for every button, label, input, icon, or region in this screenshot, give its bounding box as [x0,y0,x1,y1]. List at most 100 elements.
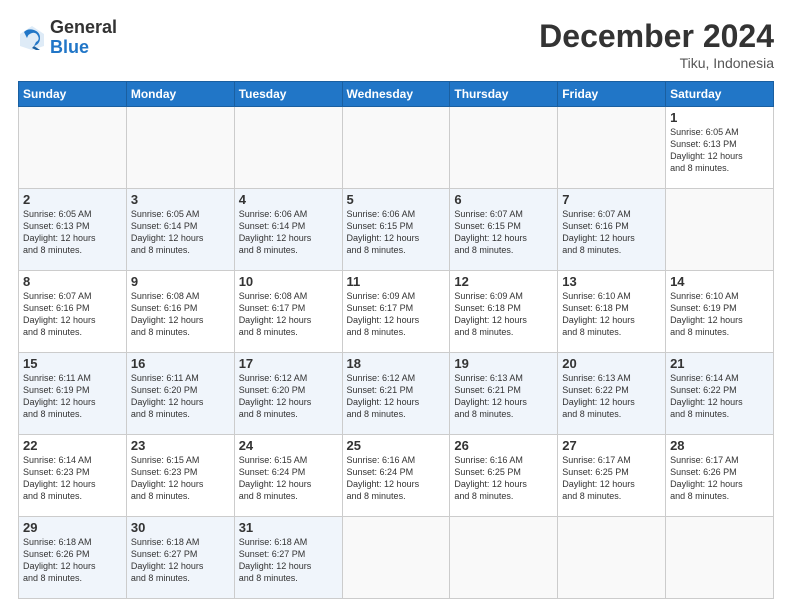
day-number: 7 [562,192,661,207]
day-info: Sunrise: 6:17 AMSunset: 6:26 PMDaylight:… [670,454,769,503]
day-info: Sunrise: 6:07 AMSunset: 6:15 PMDaylight:… [454,208,553,257]
day-number: 14 [670,274,769,289]
calendar-cell: 20Sunrise: 6:13 AMSunset: 6:22 PMDayligh… [558,353,666,435]
day-info: Sunrise: 6:06 AMSunset: 6:15 PMDaylight:… [347,208,446,257]
month-title: December 2024 [539,18,774,55]
day-info: Sunrise: 6:08 AMSunset: 6:17 PMDaylight:… [239,290,338,339]
day-info: Sunrise: 6:12 AMSunset: 6:21 PMDaylight:… [347,372,446,421]
day-number: 11 [347,274,446,289]
calendar-cell [342,107,450,189]
day-number: 22 [23,438,122,453]
day-number: 16 [131,356,230,371]
calendar-cell: 21Sunrise: 6:14 AMSunset: 6:22 PMDayligh… [666,353,774,435]
day-number: 8 [23,274,122,289]
logo-text: General Blue [50,18,117,58]
calendar-cell [342,517,450,599]
header: General Blue December 2024 Tiku, Indones… [18,18,774,71]
calendar-cell: 4Sunrise: 6:06 AMSunset: 6:14 PMDaylight… [234,189,342,271]
header-row: SundayMondayTuesdayWednesdayThursdayFrid… [19,82,774,107]
day-header-sunday: Sunday [19,82,127,107]
calendar-cell: 25Sunrise: 6:16 AMSunset: 6:24 PMDayligh… [342,435,450,517]
day-number: 17 [239,356,338,371]
day-number: 18 [347,356,446,371]
day-number: 30 [131,520,230,535]
day-info: Sunrise: 6:15 AMSunset: 6:23 PMDaylight:… [131,454,230,503]
day-info: Sunrise: 6:13 AMSunset: 6:22 PMDaylight:… [562,372,661,421]
location: Tiku, Indonesia [539,55,774,71]
day-header-friday: Friday [558,82,666,107]
day-info: Sunrise: 6:10 AMSunset: 6:19 PMDaylight:… [670,290,769,339]
page: General Blue December 2024 Tiku, Indones… [0,0,792,612]
week-row-1: 2Sunrise: 6:05 AMSunset: 6:13 PMDaylight… [19,189,774,271]
calendar-table: SundayMondayTuesdayWednesdayThursdayFrid… [18,81,774,599]
logo: General Blue [18,18,117,58]
calendar-cell [666,517,774,599]
day-info: Sunrise: 6:07 AMSunset: 6:16 PMDaylight:… [23,290,122,339]
title-block: December 2024 Tiku, Indonesia [539,18,774,71]
day-info: Sunrise: 6:09 AMSunset: 6:17 PMDaylight:… [347,290,446,339]
calendar-cell: 27Sunrise: 6:17 AMSunset: 6:25 PMDayligh… [558,435,666,517]
day-number: 4 [239,192,338,207]
calendar-cell: 26Sunrise: 6:16 AMSunset: 6:25 PMDayligh… [450,435,558,517]
day-info: Sunrise: 6:15 AMSunset: 6:24 PMDaylight:… [239,454,338,503]
day-number: 20 [562,356,661,371]
day-info: Sunrise: 6:05 AMSunset: 6:13 PMDaylight:… [670,126,769,175]
day-number: 31 [239,520,338,535]
calendar-cell: 15Sunrise: 6:11 AMSunset: 6:19 PMDayligh… [19,353,127,435]
calendar-cell: 1Sunrise: 6:05 AMSunset: 6:13 PMDaylight… [666,107,774,189]
calendar-cell: 17Sunrise: 6:12 AMSunset: 6:20 PMDayligh… [234,353,342,435]
day-info: Sunrise: 6:11 AMSunset: 6:20 PMDaylight:… [131,372,230,421]
day-info: Sunrise: 6:10 AMSunset: 6:18 PMDaylight:… [562,290,661,339]
week-row-4: 22Sunrise: 6:14 AMSunset: 6:23 PMDayligh… [19,435,774,517]
day-number: 29 [23,520,122,535]
day-number: 24 [239,438,338,453]
logo-general: General [50,18,117,38]
calendar-cell [666,189,774,271]
day-number: 12 [454,274,553,289]
day-info: Sunrise: 6:08 AMSunset: 6:16 PMDaylight:… [131,290,230,339]
calendar-cell [234,107,342,189]
calendar-cell: 29Sunrise: 6:18 AMSunset: 6:26 PMDayligh… [19,517,127,599]
calendar-cell [450,517,558,599]
calendar-cell: 7Sunrise: 6:07 AMSunset: 6:16 PMDaylight… [558,189,666,271]
week-row-0: 1Sunrise: 6:05 AMSunset: 6:13 PMDaylight… [19,107,774,189]
day-number: 13 [562,274,661,289]
week-row-2: 8Sunrise: 6:07 AMSunset: 6:16 PMDaylight… [19,271,774,353]
day-header-saturday: Saturday [666,82,774,107]
calendar-cell: 2Sunrise: 6:05 AMSunset: 6:13 PMDaylight… [19,189,127,271]
calendar-cell: 14Sunrise: 6:10 AMSunset: 6:19 PMDayligh… [666,271,774,353]
calendar-cell: 23Sunrise: 6:15 AMSunset: 6:23 PMDayligh… [126,435,234,517]
day-info: Sunrise: 6:18 AMSunset: 6:27 PMDaylight:… [239,536,338,585]
day-number: 2 [23,192,122,207]
week-row-5: 29Sunrise: 6:18 AMSunset: 6:26 PMDayligh… [19,517,774,599]
day-number: 26 [454,438,553,453]
week-row-3: 15Sunrise: 6:11 AMSunset: 6:19 PMDayligh… [19,353,774,435]
day-info: Sunrise: 6:16 AMSunset: 6:24 PMDaylight:… [347,454,446,503]
calendar-cell [450,107,558,189]
day-header-tuesday: Tuesday [234,82,342,107]
day-info: Sunrise: 6:14 AMSunset: 6:23 PMDaylight:… [23,454,122,503]
calendar-cell: 18Sunrise: 6:12 AMSunset: 6:21 PMDayligh… [342,353,450,435]
logo-blue: Blue [50,38,117,58]
day-info: Sunrise: 6:11 AMSunset: 6:19 PMDaylight:… [23,372,122,421]
day-number: 1 [670,110,769,125]
day-info: Sunrise: 6:13 AMSunset: 6:21 PMDaylight:… [454,372,553,421]
calendar-cell: 6Sunrise: 6:07 AMSunset: 6:15 PMDaylight… [450,189,558,271]
calendar-cell [126,107,234,189]
day-info: Sunrise: 6:07 AMSunset: 6:16 PMDaylight:… [562,208,661,257]
day-number: 10 [239,274,338,289]
day-header-monday: Monday [126,82,234,107]
calendar-cell: 22Sunrise: 6:14 AMSunset: 6:23 PMDayligh… [19,435,127,517]
calendar-cell: 5Sunrise: 6:06 AMSunset: 6:15 PMDaylight… [342,189,450,271]
day-info: Sunrise: 6:05 AMSunset: 6:14 PMDaylight:… [131,208,230,257]
day-number: 27 [562,438,661,453]
day-info: Sunrise: 6:17 AMSunset: 6:25 PMDaylight:… [562,454,661,503]
day-header-thursday: Thursday [450,82,558,107]
day-number: 23 [131,438,230,453]
calendar-cell [558,517,666,599]
day-info: Sunrise: 6:18 AMSunset: 6:26 PMDaylight:… [23,536,122,585]
day-number: 3 [131,192,230,207]
day-info: Sunrise: 6:06 AMSunset: 6:14 PMDaylight:… [239,208,338,257]
calendar-cell: 3Sunrise: 6:05 AMSunset: 6:14 PMDaylight… [126,189,234,271]
calendar-cell: 16Sunrise: 6:11 AMSunset: 6:20 PMDayligh… [126,353,234,435]
